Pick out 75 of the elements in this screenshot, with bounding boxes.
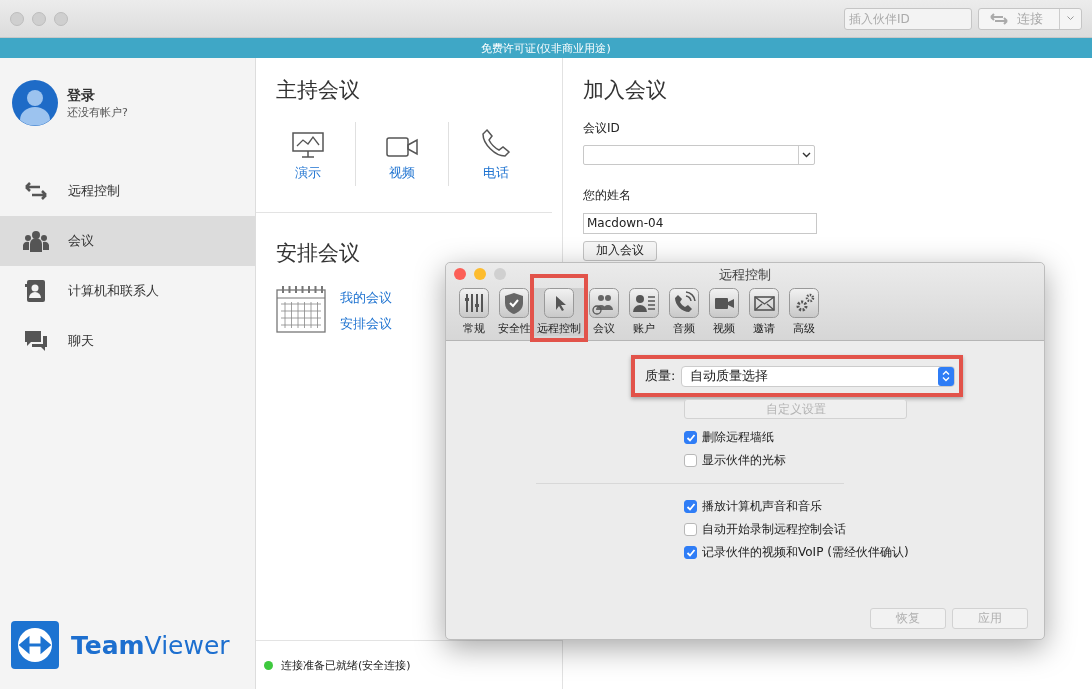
video-camera-icon bbox=[386, 136, 418, 158]
meeting-id-field[interactable] bbox=[583, 145, 815, 165]
preferences-tab[interactable]: 视频 bbox=[704, 288, 744, 336]
logo-text: TeamViewer bbox=[71, 630, 230, 660]
sidebar-item[interactable]: 聊天 bbox=[0, 316, 255, 366]
arrows-icon bbox=[24, 182, 48, 200]
checkbox-label: 显示伙伴的光标 bbox=[702, 452, 786, 469]
logo-icon bbox=[11, 621, 59, 669]
checkbox[interactable] bbox=[684, 431, 697, 444]
presentation-icon bbox=[292, 132, 325, 158]
field-label: 会议ID bbox=[583, 120, 621, 137]
checkbox[interactable] bbox=[684, 454, 697, 467]
minimize-button[interactable] bbox=[474, 268, 486, 280]
sidebar-item[interactable]: 远程控制 bbox=[0, 166, 255, 216]
preferences-tab[interactable]: 音频 bbox=[664, 288, 704, 336]
section-title: 主持会议 bbox=[276, 77, 361, 104]
checkbox-label: 播放计算机声音和音乐 bbox=[702, 498, 822, 515]
close-button[interactable] bbox=[10, 11, 24, 26]
checkbox[interactable] bbox=[684, 546, 697, 559]
account-hint: 还没有帐户? bbox=[67, 104, 128, 120]
license-notice-text: 免费许可证(仅非商业用途) bbox=[481, 40, 611, 56]
phone-icon bbox=[480, 128, 511, 158]
preferences-tab[interactable]: 安全性 bbox=[494, 288, 534, 336]
section-title: 安排会议 bbox=[276, 240, 361, 267]
name-field[interactable]: Macdown-04 bbox=[583, 212, 817, 234]
shield-icon bbox=[499, 288, 529, 318]
video-camera-icon bbox=[709, 288, 739, 318]
gears-icon bbox=[789, 288, 819, 318]
zoom-button[interactable] bbox=[54, 11, 68, 26]
chat-icon bbox=[24, 330, 48, 352]
preferences-tab[interactable]: 会议 bbox=[584, 288, 624, 336]
field-label: 您的姓名 bbox=[583, 187, 632, 204]
preferences-tab[interactable]: 常规 bbox=[454, 288, 494, 336]
caret-icon bbox=[802, 152, 811, 158]
preferences-tab[interactable]: 邀请 bbox=[744, 288, 784, 336]
meeting-link[interactable]: 我的会议 bbox=[340, 289, 392, 307]
checkbox-label: 自动开始录制远程控制会话 bbox=[702, 521, 846, 538]
status-text: 连接准备已就绪(安全连接) bbox=[281, 657, 411, 673]
host-action[interactable]: 视频 bbox=[355, 122, 450, 186]
avatar-icon bbox=[12, 80, 58, 126]
sliders-icon bbox=[459, 288, 489, 318]
minimize-button[interactable] bbox=[32, 11, 46, 26]
partner-id-field[interactable]: 插入伙伴ID bbox=[844, 7, 972, 30]
preferences-tab[interactable]: 远程控制 bbox=[534, 288, 584, 336]
contact-card-icon bbox=[629, 288, 659, 318]
meeting-link[interactable]: 安排会议 bbox=[340, 315, 392, 333]
section-title: 加入会议 bbox=[583, 77, 668, 104]
calendar-icon bbox=[276, 285, 326, 333]
sidebar-item[interactable]: 会议 bbox=[0, 216, 255, 266]
checkbox-label: 记录伙伴的视频和VoIP (需经伙伴确认) bbox=[702, 544, 909, 561]
join-button[interactable]: 加入会议 bbox=[583, 240, 657, 261]
preferences-tab[interactable]: 账户 bbox=[624, 288, 664, 336]
quality-label: 质量: bbox=[645, 367, 676, 385]
sidebar-item[interactable]: 计算机和联系人 bbox=[0, 266, 255, 316]
checkbox-label: 删除远程墙纸 bbox=[702, 429, 774, 446]
stepper-arrows-icon bbox=[942, 370, 950, 382]
checkbox[interactable] bbox=[684, 500, 697, 513]
close-button[interactable] bbox=[454, 268, 466, 280]
quality-select[interactable]: 自动质量选择 bbox=[681, 365, 955, 387]
envelope-icon bbox=[749, 288, 779, 318]
contact-card-icon bbox=[25, 279, 47, 303]
dialog-title: 远程控制 bbox=[719, 267, 771, 282]
arrows-icon bbox=[989, 12, 1009, 25]
highlight-frame bbox=[530, 274, 588, 342]
host-action[interactable]: 电话 bbox=[449, 122, 542, 186]
people-icon bbox=[589, 288, 619, 318]
phone-icon bbox=[669, 288, 699, 318]
zoom-button[interactable] bbox=[494, 268, 506, 280]
pointer-icon bbox=[544, 288, 574, 318]
people-icon bbox=[23, 230, 49, 252]
checkbox[interactable] bbox=[684, 523, 697, 536]
host-action[interactable]: 演示 bbox=[262, 122, 356, 186]
login-label[interactable]: 登录 bbox=[67, 86, 128, 105]
caret-icon bbox=[1067, 16, 1074, 21]
preferences-tab[interactable]: 高级 bbox=[784, 288, 824, 336]
